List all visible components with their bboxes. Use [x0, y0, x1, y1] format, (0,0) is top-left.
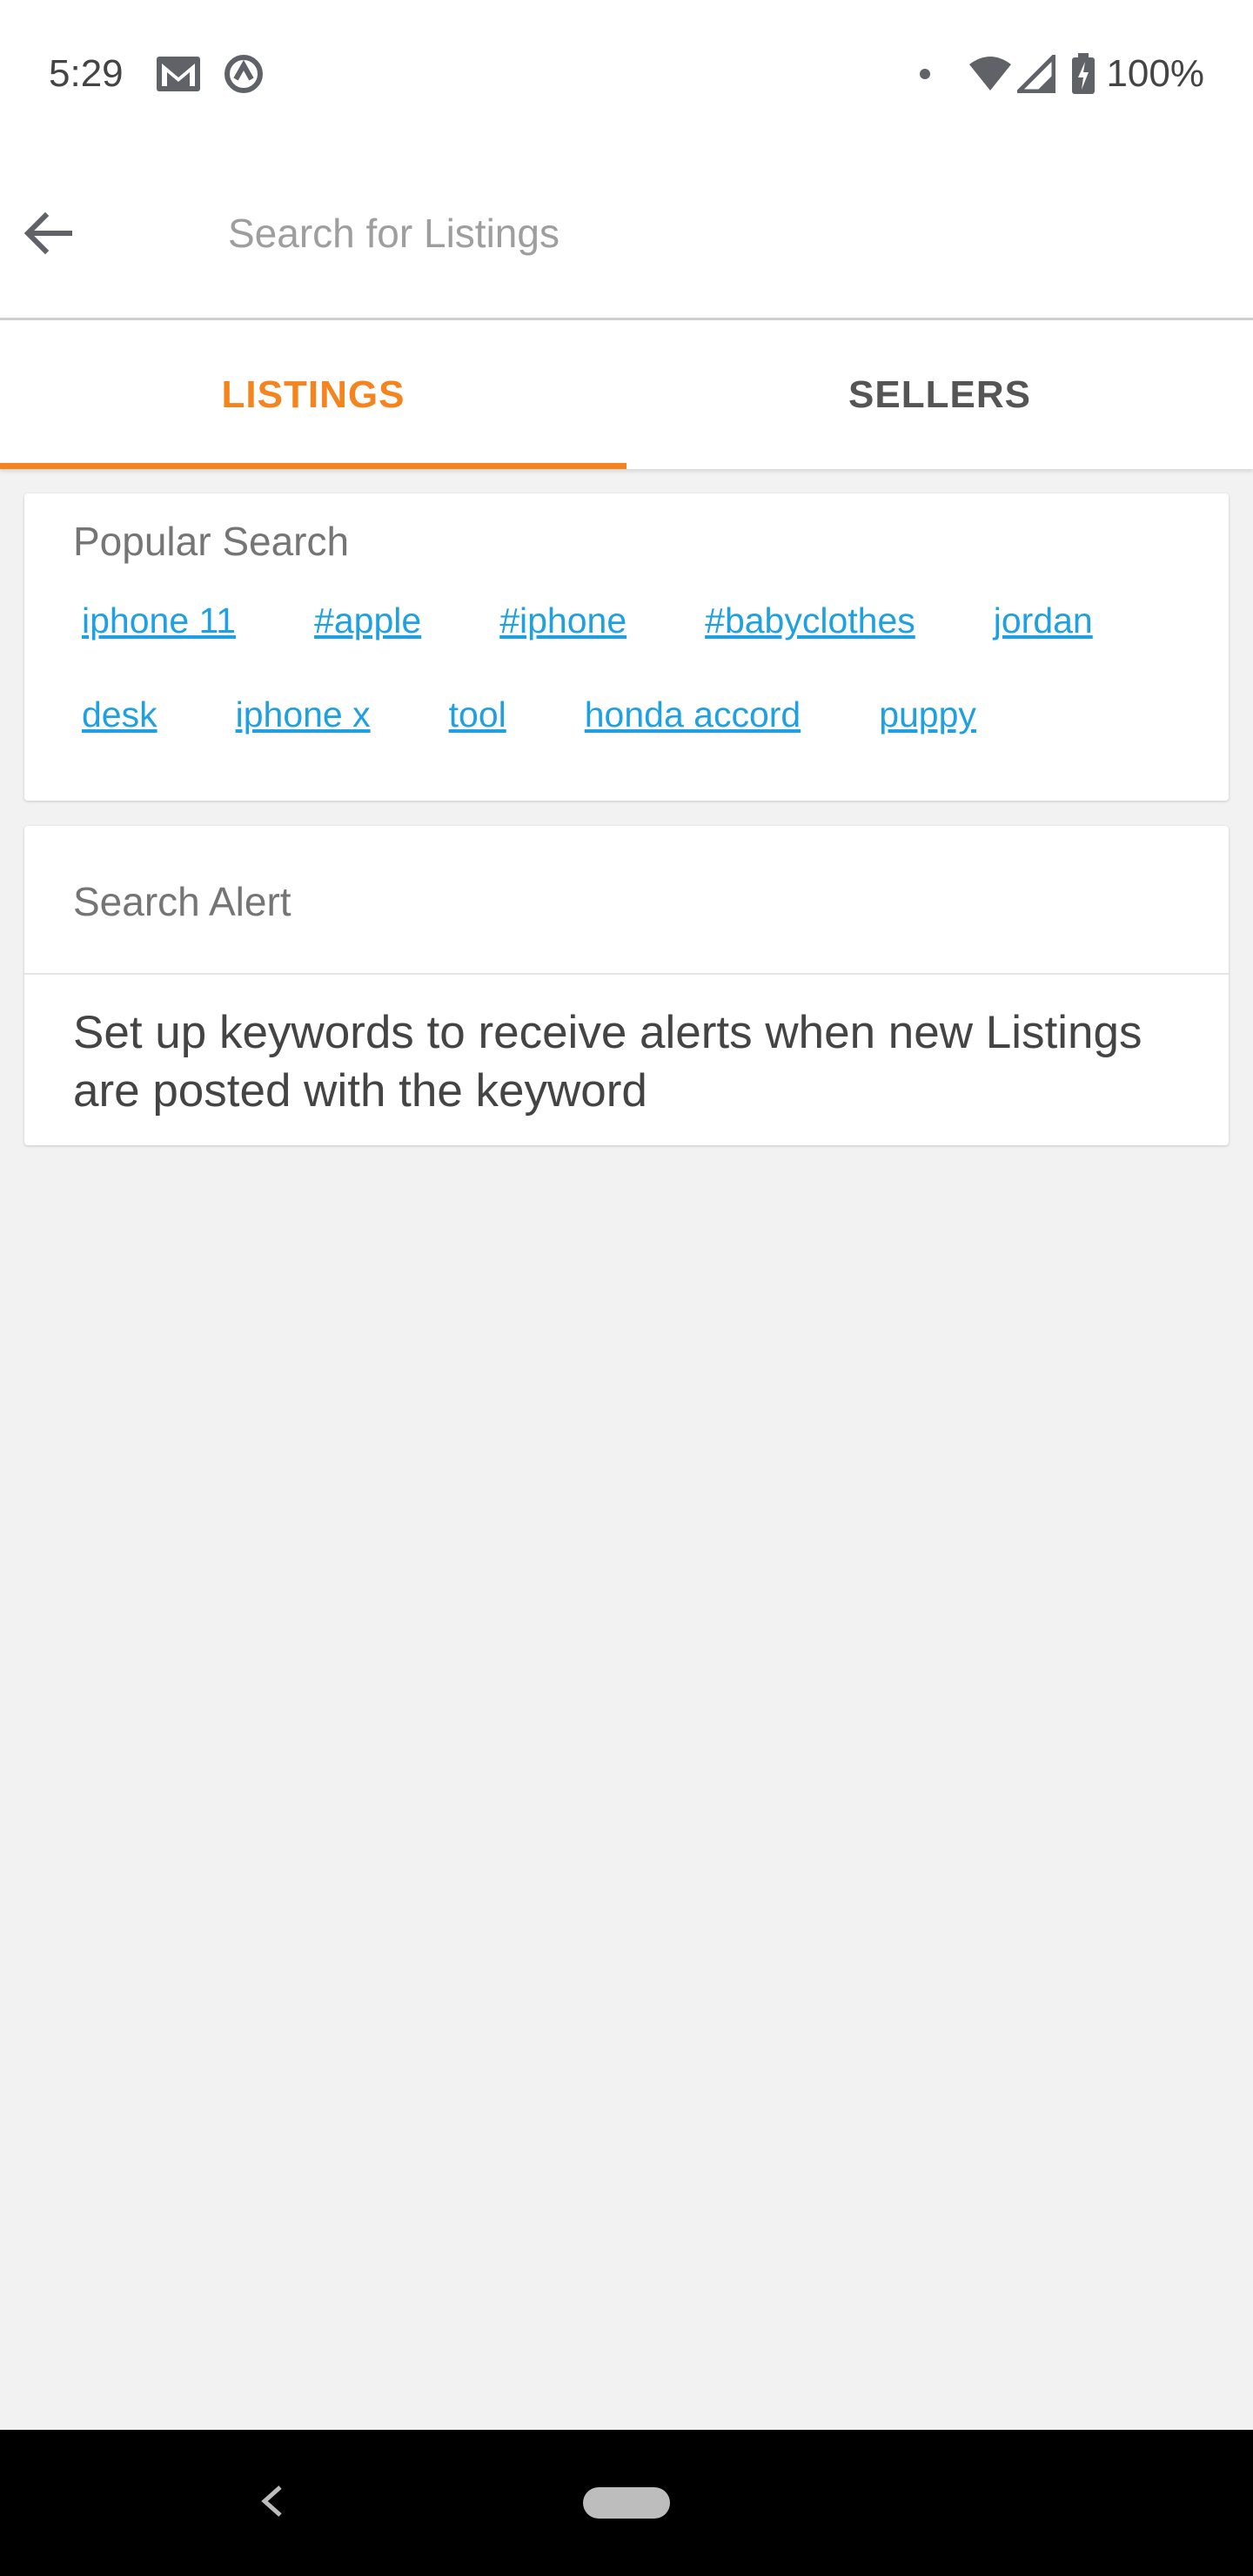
popular-search-title: Popular Search	[73, 519, 350, 564]
sync-icon	[223, 53, 265, 95]
search-tag-link[interactable]: tool	[449, 692, 506, 737]
nav-back-icon	[261, 2485, 282, 2517]
search-tag-link[interactable]: #babyclothes	[705, 598, 915, 643]
battery-percent: 100%	[1106, 52, 1204, 95]
search-input[interactable]	[228, 209, 1098, 257]
search-tag-link[interactable]: honda accord	[585, 692, 801, 737]
wifi-icon	[968, 56, 1012, 92]
notification-dot-icon	[920, 69, 931, 79]
back-button[interactable]	[0, 147, 136, 319]
tab-listings[interactable]: LISTINGS	[0, 320, 626, 469]
search-tag-link[interactable]: iphone x	[236, 692, 371, 737]
search-alert-title: Search Alert	[73, 879, 291, 924]
signal-icon	[1017, 55, 1056, 93]
popular-search-card: Popular Search iphone 11 #apple #iphone …	[24, 493, 1229, 801]
system-nav-bar	[0, 2430, 1253, 2576]
divider	[24, 973, 1229, 975]
status-time: 5:29	[49, 52, 124, 95]
search-header	[0, 148, 1253, 320]
gmail-icon	[155, 55, 202, 93]
popular-search-tags: iphone 11 #apple #iphone #babyclothes jo…	[73, 598, 1194, 786]
tab-bar: LISTINGS SELLERS	[0, 320, 1253, 469]
nav-back-button[interactable]	[252, 2473, 291, 2533]
back-arrow-icon	[23, 211, 72, 254]
search-alert-card[interactable]: Search Alert Set up keywords to receive …	[24, 826, 1229, 1145]
search-tag-link[interactable]: jordan	[994, 598, 1093, 643]
search-tag-link[interactable]: puppy	[879, 692, 976, 737]
search-tag-link[interactable]: #iphone	[499, 598, 626, 643]
search-alert-description: Set up keywords to receive alerts when n…	[73, 1007, 1142, 1117]
app-root: 5:29 100% Search for Listings LISTINGS S…	[0, 0, 1253, 2576]
nav-home-button[interactable]	[583, 2487, 670, 2519]
search-tag-link[interactable]: iphone 11	[82, 598, 236, 643]
battery-charging-icon	[1071, 53, 1096, 95]
status-bar: 5:29 100%	[0, 0, 1253, 148]
search-tag-link[interactable]: #apple	[314, 598, 421, 643]
search-tag-link[interactable]: desk	[82, 692, 157, 737]
tab-sellers[interactable]: SELLERS	[626, 320, 1253, 469]
